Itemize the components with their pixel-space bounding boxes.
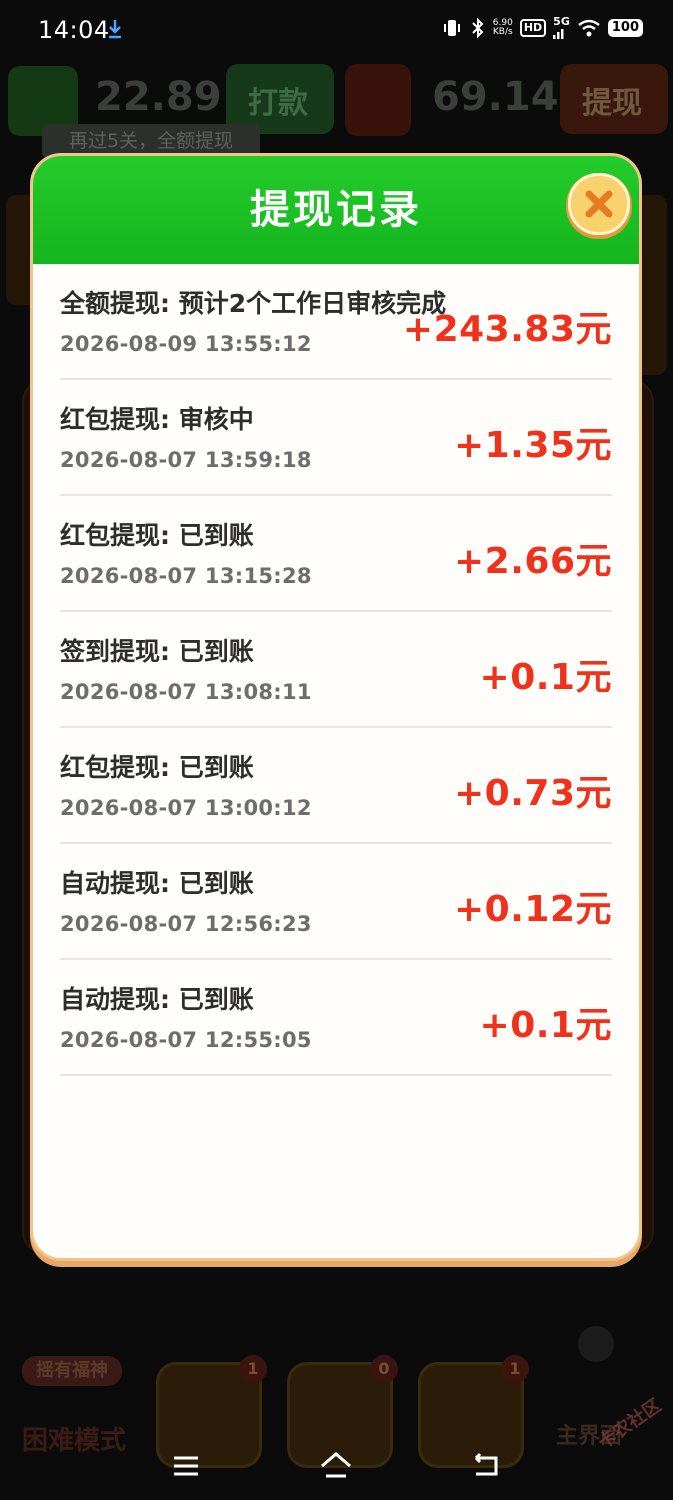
net-speed-unit: KB/s — [492, 26, 513, 37]
record-time: 2026-08-09 13:55:12 — [60, 332, 312, 356]
bg-balance-left: 22.89 — [95, 74, 222, 120]
bg-withdraw-label: 提现 — [582, 86, 642, 121]
record-amount: +0.73元 — [454, 773, 612, 814]
network-label: 5G — [553, 15, 570, 28]
settings-gear-icon — [578, 1326, 614, 1362]
list-item: 全额提现: 预计2个工作日审核完成 2026-08-09 13:55:12 +2… — [60, 264, 612, 380]
record-title: 红包提现: 审核中 — [60, 405, 254, 434]
bg-payout-label: 打款 — [248, 86, 308, 121]
list-item: 红包提现: 已到账 2026-08-07 13:15:28 +2.66元 — [60, 496, 612, 612]
withdraw-records-dialog: 提现记录 全额提现: 预计2个工作日审核完成 2026-08-09 13:55:… — [33, 156, 639, 1258]
record-amount: +0.1元 — [479, 657, 612, 698]
bg-balance-right: 69.14 — [432, 74, 559, 120]
record-time: 2026-08-07 13:08:11 — [60, 680, 312, 704]
record-amount: +0.12元 — [454, 889, 612, 930]
record-title: 红包提现: 已到账 — [60, 753, 254, 782]
back-icon[interactable] — [466, 1446, 506, 1486]
record-title: 自动提现: 已到账 — [60, 985, 254, 1014]
record-time: 2026-08-07 13:15:28 — [60, 564, 312, 588]
hd-badge: HD — [519, 18, 547, 37]
dialog-header: 提现记录 — [33, 156, 639, 264]
red-packet-icon — [345, 64, 411, 136]
bg-withdraw-button: 提现 — [560, 64, 668, 134]
wifi-icon — [577, 19, 601, 37]
bluetooth-icon — [470, 17, 486, 39]
hammer-tool-badge: 1 — [501, 1355, 529, 1383]
status-bar: 14:04 6.90 KB/s HD 5G 100 — [0, 0, 673, 62]
close-icon — [585, 190, 613, 218]
record-amount: +0.1元 — [479, 1005, 612, 1046]
download-icon — [107, 18, 123, 40]
vibrate-icon — [441, 17, 463, 39]
record-time: 2026-08-07 13:59:18 — [60, 448, 312, 472]
home-icon[interactable] — [316, 1446, 356, 1486]
record-title: 全额提现: 预计2个工作日审核完成 — [60, 289, 447, 318]
menu-icon[interactable] — [166, 1446, 206, 1486]
list-item: 自动提现: 已到账 2026-08-07 12:56:23 +0.12元 — [60, 844, 612, 960]
record-title: 自动提现: 已到账 — [60, 869, 254, 898]
status-time: 14:04 — [38, 16, 110, 44]
network-type: 5G — [553, 16, 570, 39]
bg-hint: 再过5关，全额提现 — [42, 124, 260, 158]
undo-tool-badge: 0 — [370, 1355, 398, 1383]
hint-tool-badge: 1 — [239, 1355, 267, 1383]
close-button[interactable] — [568, 173, 630, 235]
record-title: 签到提现: 已到账 — [60, 637, 254, 666]
record-time: 2026-08-07 13:00:12 — [60, 796, 312, 820]
list-item: 红包提现: 审核中 2026-08-07 13:59:18 +1.35元 — [60, 380, 612, 496]
battery-level: 100 — [607, 18, 643, 37]
system-icons: 6.90 KB/s HD 5G 100 — [441, 16, 643, 39]
mode-tag: 摇有福神 — [22, 1356, 122, 1386]
list-item: 签到提现: 已到账 2026-08-07 13:08:11 +0.1元 — [60, 612, 612, 728]
list-item: 红包提现: 已到账 2026-08-07 13:00:12 +0.73元 — [60, 728, 612, 844]
record-time: 2026-08-07 12:56:23 — [60, 912, 312, 936]
system-navbar — [0, 1432, 673, 1500]
signal-icon — [553, 29, 564, 39]
records-list: 全额提现: 预计2个工作日审核完成 2026-08-09 13:55:12 +2… — [60, 264, 612, 1076]
list-item: 自动提现: 已到账 2026-08-07 12:55:05 +0.1元 — [60, 960, 612, 1076]
record-amount: +1.35元 — [454, 425, 612, 466]
net-speed: 6.90 KB/s — [492, 18, 513, 37]
dialog-title: 提现记录 — [250, 187, 422, 233]
record-title: 红包提现: 已到账 — [60, 521, 254, 550]
record-amount: +243.83元 — [402, 309, 612, 350]
record-time: 2026-08-07 12:55:05 — [60, 1028, 312, 1052]
record-amount: +2.66元 — [454, 541, 612, 582]
